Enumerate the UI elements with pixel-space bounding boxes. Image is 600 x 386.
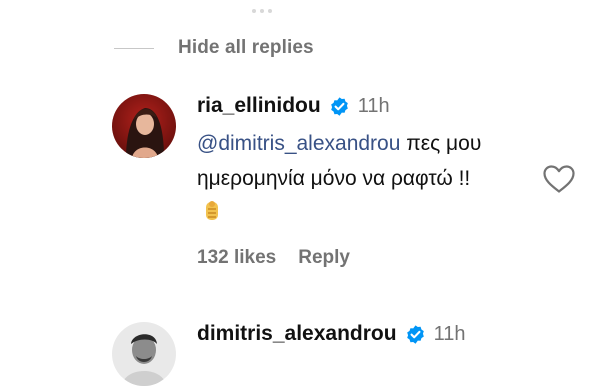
comment-body: dimitris_alexandrou 11h xyxy=(197,322,517,346)
mention-link[interactable]: @dimitris_alexandrou xyxy=(197,132,400,155)
likes-count[interactable]: 132 likes xyxy=(197,247,276,269)
fade-dot xyxy=(252,9,256,13)
avatar[interactable] xyxy=(112,322,176,386)
username[interactable]: ria_ellinidou xyxy=(197,94,321,118)
hide-replies-label[interactable]: Hide all replies xyxy=(178,37,314,59)
hide-replies-button[interactable]: Hide all replies xyxy=(114,36,314,60)
fade-dot xyxy=(260,9,264,13)
comment-actions: 132 likes Reply xyxy=(197,247,517,269)
thread-divider-line xyxy=(114,47,154,49)
comment-header: ria_ellinidou 11h xyxy=(197,94,517,118)
comment-body: ria_ellinidou 11h @dimitris_alexandrou π… xyxy=(197,94,517,269)
comment-text: @dimitris_alexandrou πες μου ημερομηνία … xyxy=(197,126,497,231)
comment-header: dimitris_alexandrou 11h xyxy=(197,322,517,346)
avatar[interactable] xyxy=(112,94,176,158)
like-heart-icon[interactable] xyxy=(542,164,576,194)
username[interactable]: dimitris_alexandrou xyxy=(197,322,397,346)
comment-timestamp: 11h xyxy=(357,94,390,117)
comment-timestamp: 11h xyxy=(433,322,466,345)
fade-dot xyxy=(268,9,272,13)
scroll-fade-dots xyxy=(252,0,280,13)
verified-badge-icon xyxy=(406,324,424,344)
reply-button[interactable]: Reply xyxy=(298,247,350,269)
verified-badge-icon xyxy=(330,96,348,116)
tailor-emoji-icon xyxy=(206,201,218,220)
